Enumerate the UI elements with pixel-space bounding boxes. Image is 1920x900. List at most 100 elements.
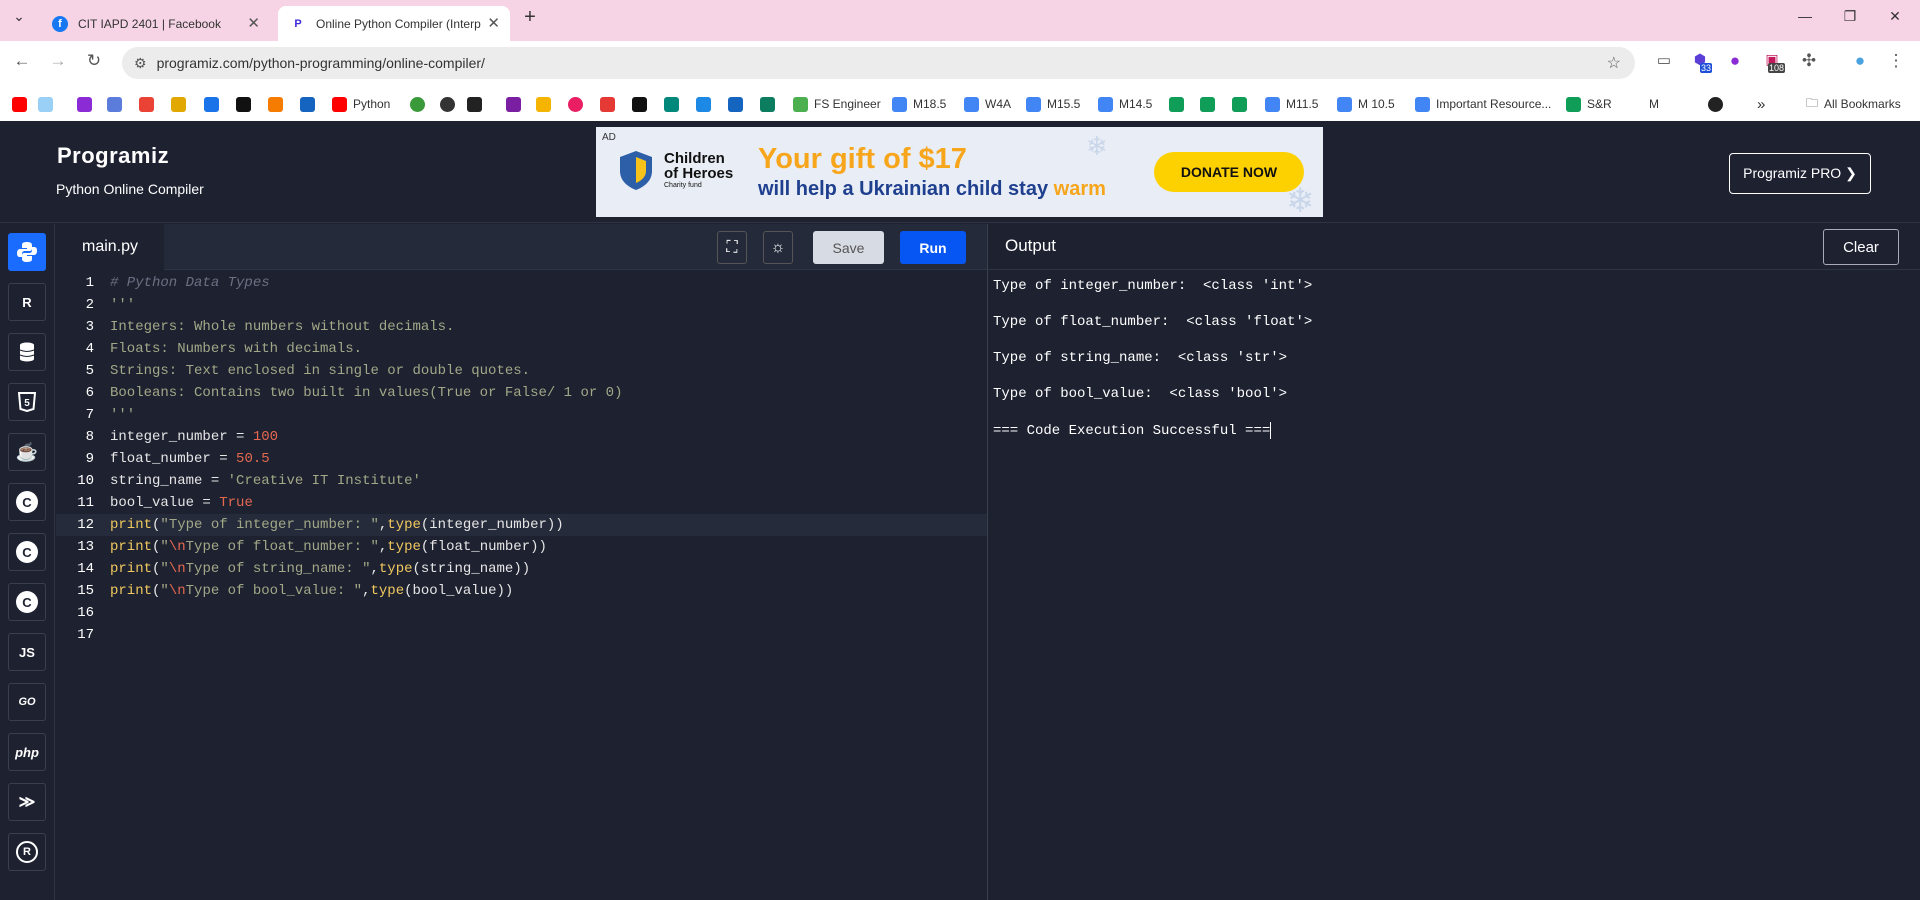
close-tab-icon[interactable]: ✕: [247, 14, 260, 32]
bookmark-drive-3[interactable]: [1232, 95, 1253, 113]
bookmark-m11-5[interactable]: M11.5: [1265, 95, 1318, 113]
fullscreen-icon[interactable]: ⛶: [717, 231, 747, 264]
tab-facebook[interactable]: f CIT IAPD 2401 | Facebook ✕: [40, 6, 270, 41]
code-line[interactable]: 8 integer_number = 100: [56, 426, 987, 448]
bookmark-icon-2[interactable]: [77, 95, 98, 113]
bookmark-m10-5[interactable]: M 10.5: [1337, 95, 1395, 113]
bookmark-github[interactable]: [1708, 95, 1729, 113]
code-line[interactable]: 4 Floats: Numbers with decimals.: [56, 338, 987, 360]
bookmark-icon-4[interactable]: [171, 95, 192, 113]
donate-now-button[interactable]: DONATE NOW: [1154, 152, 1304, 192]
reload-icon[interactable]: ↻: [82, 51, 106, 71]
go-icon[interactable]: GO: [8, 683, 46, 721]
bookmark-icon-7[interactable]: [268, 95, 289, 113]
bookmark-s-and-r[interactable]: S&R: [1566, 95, 1612, 113]
site-info-icon[interactable]: ⚙: [134, 55, 147, 72]
extension-badge-icon[interactable]: ⬢ 33: [1688, 51, 1713, 73]
python-icon[interactable]: [8, 233, 46, 271]
code-line[interactable]: 12 print("Type of integer_number: ",type(…: [56, 514, 987, 536]
run-button[interactable]: Run: [900, 231, 966, 264]
extensions-puzzle-icon[interactable]: ✣: [1797, 51, 1821, 71]
bookmark-icon-5[interactable]: [204, 95, 225, 113]
code-line[interactable]: 14 print("\nType of string_name: ",type(s…: [56, 558, 987, 580]
programiz-logo[interactable]: Programiz: [57, 143, 169, 169]
bookmark-important-resource[interactable]: Important Resource...: [1415, 95, 1551, 113]
code-line[interactable]: 3 Integers: Whole numbers without decimal…: [56, 316, 987, 338]
bookmark-star-icon[interactable]: ☆: [1607, 53, 1621, 73]
extension-red-icon[interactable]: ▣ 108: [1760, 51, 1786, 73]
theme-toggle-icon[interactable]: ☼: [763, 231, 793, 264]
bookmark-icon-6[interactable]: [236, 95, 257, 113]
new-tab-button[interactable]: +: [510, 6, 550, 29]
restore-icon[interactable]: ❐: [1830, 8, 1870, 25]
extension-purple-icon[interactable]: ●: [1723, 51, 1747, 71]
bookmark-icon-17[interactable]: [696, 95, 717, 113]
code-line[interactable]: 10 string_name = 'Creative IT Institute': [56, 470, 987, 492]
database-icon[interactable]: [8, 333, 46, 371]
javascript-icon[interactable]: JS: [8, 633, 46, 671]
code-line[interactable]: 2 ''': [56, 294, 987, 316]
bookmark-fs-engineer[interactable]: FS Engineer: [793, 95, 881, 113]
bookmark-python[interactable]: Python: [332, 95, 390, 113]
bookmark-icon-12[interactable]: [536, 95, 557, 113]
cast-icon[interactable]: ▭: [1652, 51, 1676, 69]
bookmark-m15-5[interactable]: M15.5: [1026, 95, 1080, 113]
bookmark-icon-1[interactable]: [38, 95, 59, 113]
r-language-icon[interactable]: R: [8, 283, 46, 321]
bookmark-icon-16[interactable]: [664, 95, 685, 113]
programiz-pro-button[interactable]: Programiz PRO ❯: [1729, 153, 1871, 194]
more-bookmarks-icon[interactable]: »: [1757, 95, 1765, 113]
file-tab-main-py[interactable]: main.py: [56, 224, 164, 270]
code-line[interactable]: 9 float_number = 50.5: [56, 448, 987, 470]
php-icon[interactable]: php: [8, 733, 46, 771]
rust-icon[interactable]: R: [8, 833, 46, 871]
bookmark-m[interactable]: M: [1649, 95, 1659, 113]
bookmark-icon-10[interactable]: [467, 95, 488, 113]
code-line[interactable]: 17: [56, 624, 987, 646]
bookmark-icon-3[interactable]: [107, 95, 128, 113]
bookmark-icon-14[interactable]: [600, 95, 621, 113]
bookmark-chatgpt[interactable]: [440, 95, 461, 113]
bookmark-w4a[interactable]: W4A: [964, 95, 1011, 113]
back-icon[interactable]: ←: [10, 51, 34, 71]
tab-search-icon[interactable]: ⌄: [0, 8, 38, 25]
swift-icon[interactable]: ≫: [8, 783, 46, 821]
url-text[interactable]: programiz.com/python-programming/online-…: [157, 55, 485, 71]
bookmark-icon-11[interactable]: [506, 95, 527, 113]
code-line[interactable]: 15 print("\nType of bool_value: ",type(bo…: [56, 580, 987, 602]
omnibox[interactable]: ⚙ programiz.com/python-programming/onlin…: [122, 47, 1635, 79]
menu-dots-icon[interactable]: ⋮: [1884, 51, 1908, 71]
bookmark-drive-2[interactable]: [1200, 95, 1221, 113]
bookmark-icon-15[interactable]: [632, 95, 653, 113]
code-line[interactable]: 7 ''': [56, 404, 987, 426]
minimize-icon[interactable]: —: [1785, 8, 1825, 24]
code-line[interactable]: 1 # Python Data Types: [56, 272, 987, 294]
all-bookmarks[interactable]: 🗀 All Bookmarks: [1806, 95, 1901, 113]
code-line[interactable]: 6 Booleans: Contains two built in values(…: [56, 382, 987, 404]
code-line[interactable]: 5 Strings: Text enclosed in single or dou…: [56, 360, 987, 382]
bookmark-icon-19[interactable]: [760, 95, 781, 113]
java-icon[interactable]: ☕: [8, 433, 46, 471]
bookmark-icon-8[interactable]: [300, 95, 321, 113]
clear-button[interactable]: Clear: [1823, 229, 1899, 265]
bookmark-gmail[interactable]: [139, 95, 160, 113]
bookmark-icon-9[interactable]: [410, 95, 431, 113]
close-tab-icon[interactable]: ✕: [487, 14, 500, 32]
save-button[interactable]: Save: [813, 231, 884, 264]
code-line[interactable]: 13 print("\nType of float_number: ",type(…: [56, 536, 987, 558]
bookmark-m14-5[interactable]: M14.5: [1098, 95, 1152, 113]
c-icon[interactable]: C: [8, 483, 46, 521]
bookmark-icon-13[interactable]: [568, 95, 589, 113]
html5-icon[interactable]: 5: [8, 383, 46, 421]
cpp-icon[interactable]: C: [8, 533, 46, 571]
close-window-icon[interactable]: ✕: [1875, 8, 1915, 25]
tab-programiz[interactable]: P Online Python Compiler (Interp ✕: [278, 6, 510, 41]
code-line[interactable]: 16: [56, 602, 987, 624]
bookmark-drive-1[interactable]: [1169, 95, 1190, 113]
code-line[interactable]: 11 bool_value = True: [56, 492, 987, 514]
code-area[interactable]: 1 # Python Data Types 2 ''' 3 Integers: Whole…: [56, 272, 987, 646]
ad-banner[interactable]: AD Children of Heroes Charity fund Your …: [596, 127, 1323, 217]
bookmark-icon-18[interactable]: [728, 95, 749, 113]
profile-avatar[interactable]: ●: [1848, 51, 1872, 71]
bookmark-youtube[interactable]: [12, 95, 33, 113]
